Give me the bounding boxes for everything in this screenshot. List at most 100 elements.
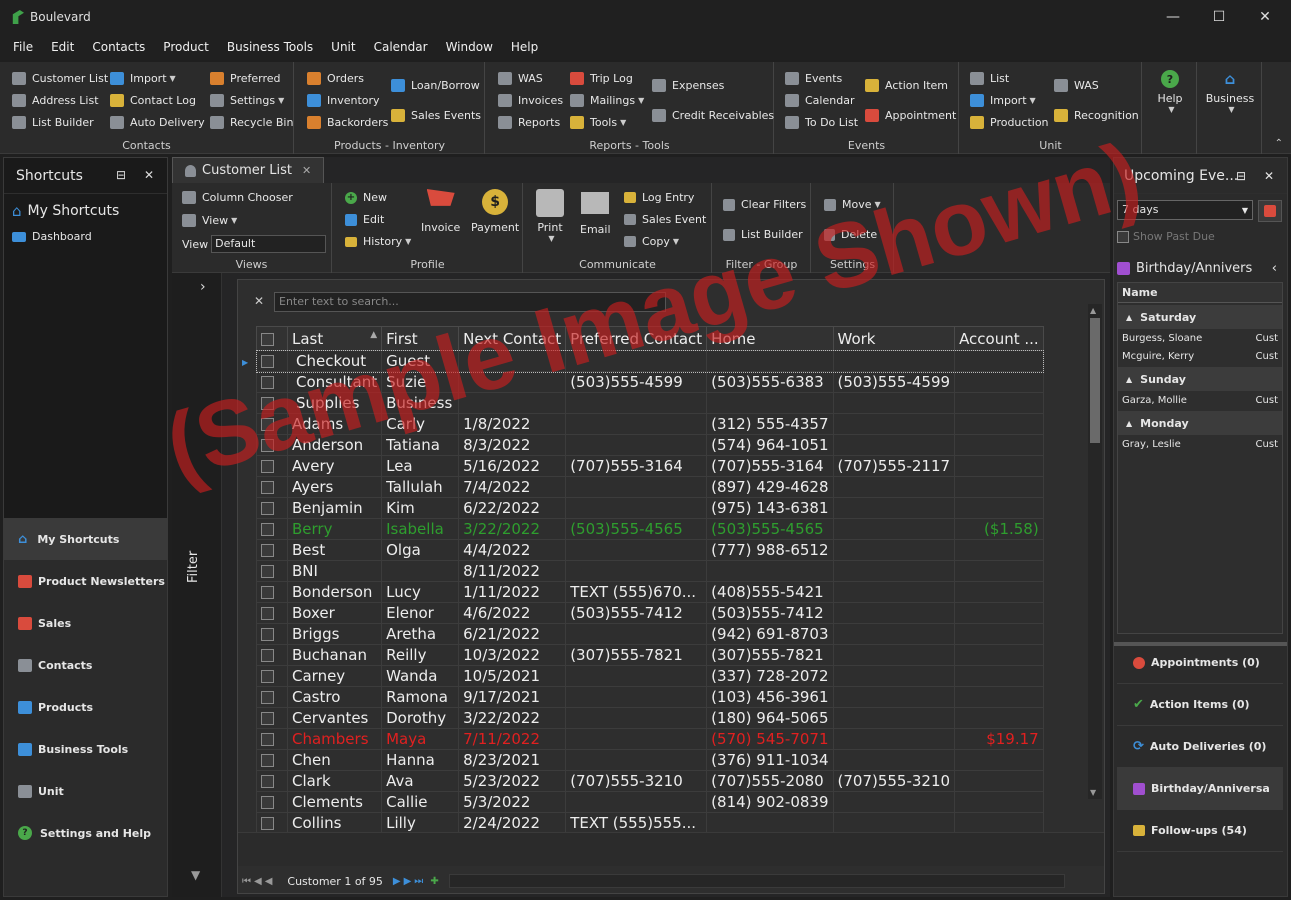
my-shortcuts-header[interactable]: ⌂ My Shortcuts (4, 194, 167, 228)
list-item[interactable]: Mcguire, Kerry Cust (1118, 347, 1282, 365)
unit-was-button[interactable]: WAS (1054, 79, 1099, 92)
col-last[interactable]: Last ▲ (286, 326, 383, 351)
close-window-button[interactable]: ✕ (1242, 0, 1288, 34)
row-checkbox[interactable] (261, 565, 274, 578)
table-row[interactable]: Anderson Tatiana 8/3/2022 (574) 964-1051 (256, 434, 1044, 456)
appointment-button[interactable]: Appointment (865, 109, 956, 122)
table-row[interactable]: Clark Ava 5/23/2022 (707)555-3210 (707)555-2… (256, 770, 1044, 792)
col-home[interactable]: Home (706, 326, 834, 351)
pin-icon[interactable]: ⊟ (116, 168, 126, 182)
unit-list-button[interactable]: List (970, 72, 1009, 85)
chevron-left-icon[interactable]: ‹ (1272, 261, 1277, 276)
row-checkbox[interactable] (261, 481, 274, 494)
table-row[interactable]: Consultant Suzie (503)555-4599 (503)555-638… (256, 371, 1044, 393)
table-row[interactable]: Best Olga 4/4/2022 (777) 988-6512 (256, 539, 1044, 561)
range-dropdown[interactable]: 7 days ▼ (1117, 200, 1253, 220)
table-row[interactable]: Bonderson Lucy 1/11/2022 TEXT (555)670... (4… (256, 581, 1044, 603)
row-checkbox-cell[interactable] (256, 392, 288, 414)
row-checkbox-cell[interactable] (256, 518, 288, 540)
pager-next-last-icon[interactable]: ▶▶⏭ (393, 876, 426, 887)
row-checkbox[interactable] (261, 817, 274, 830)
events-button[interactable]: Events (785, 72, 842, 85)
scroll-up-icon[interactable]: ▲ (1090, 306, 1096, 315)
row-checkbox[interactable] (261, 607, 274, 620)
row-checkbox-cell[interactable] (256, 812, 288, 834)
row-checkbox-cell[interactable] (256, 707, 288, 729)
row-checkbox[interactable] (261, 376, 274, 389)
row-checkbox-cell[interactable] (256, 686, 288, 708)
section-birthday-header[interactable]: Birthday/Annivers ‹ (1117, 256, 1283, 280)
table-row[interactable]: Buchanan Reilly 10/3/2022 (307)555-7821 (307… (256, 644, 1044, 666)
nav-follow-ups[interactable]: Follow-ups (54) (1117, 810, 1283, 852)
table-row[interactable]: Collins Lilly 2/24/2022 TEXT (555)555... (256, 812, 1044, 834)
row-checkbox[interactable] (261, 544, 274, 557)
print-button[interactable]: Print ▼ (536, 189, 564, 243)
menu-business-tools[interactable]: Business Tools (218, 40, 322, 54)
row-checkbox[interactable] (261, 439, 274, 452)
filter-funnel-icon[interactable]: ▼ (191, 868, 200, 882)
view-dropdown-button[interactable]: View ▼ (182, 214, 237, 227)
menu-contacts[interactable]: Contacts (83, 40, 154, 54)
nav-unit[interactable]: Unit (4, 770, 167, 812)
row-checkbox[interactable] (261, 775, 274, 788)
row-checkbox-cell[interactable] (256, 644, 288, 666)
sales-events-button[interactable]: Sales Events (391, 109, 481, 122)
nav-sales[interactable]: Sales (4, 602, 167, 644)
row-checkbox-cell[interactable] (256, 413, 288, 435)
collapse-ribbon-icon[interactable]: ⌃ (1275, 138, 1283, 149)
day-group-header[interactable]: ▲ Saturday (1118, 305, 1282, 329)
close-icon[interactable]: ✕ (144, 168, 154, 182)
list-builder-button[interactable]: List Builder (12, 116, 94, 129)
nav-products[interactable]: Products (4, 686, 167, 728)
row-checkbox-cell[interactable] (256, 602, 288, 624)
row-checkbox-cell[interactable] (256, 581, 288, 603)
nav-business-tools[interactable]: Business Tools (4, 728, 167, 770)
table-row[interactable]: Checkout Guest (255, 349, 1045, 373)
clear-filters-button[interactable]: Clear Filters (723, 198, 806, 211)
scroll-down-icon[interactable]: ▼ (1090, 788, 1096, 797)
grid-search-input[interactable]: Enter text to search... (274, 292, 666, 312)
copy-button[interactable]: Copy ▼ (624, 235, 679, 248)
contact-log-button[interactable]: Contact Log (110, 94, 196, 107)
settings-button[interactable]: Settings ▼ (210, 94, 284, 107)
preferred-button[interactable]: Preferred (210, 72, 281, 85)
import-button[interactable]: Import ▼ (110, 72, 176, 85)
row-checkbox-cell[interactable] (256, 560, 288, 582)
refresh-events-button[interactable] (1258, 200, 1282, 222)
history-button[interactable]: History ▼ (345, 235, 411, 248)
close-tab-icon[interactable]: ✕ (302, 164, 311, 177)
filter-list-builder-button[interactable]: List Builder (723, 228, 803, 241)
table-row[interactable]: Briggs Aretha 6/21/2022 (942) 691-8703 (256, 623, 1044, 645)
row-checkbox-cell[interactable] (256, 371, 288, 393)
row-checkbox-cell[interactable] (256, 476, 288, 498)
name-column-header[interactable]: Name (1118, 283, 1282, 303)
nav-appointments[interactable]: Appointments (0) (1117, 642, 1283, 684)
nav-settings-help[interactable]: ? Settings and Help (4, 812, 167, 854)
nav-auto-deliveries[interactable]: ⟳ Auto Deliveries (0) (1117, 726, 1283, 768)
table-row[interactable]: Cervantes Dorothy 3/22/2022 (180) 964-5065 (256, 707, 1044, 729)
auto-delivery-button[interactable]: Auto Delivery (110, 116, 205, 129)
table-row[interactable]: Carney Wanda 10/5/2021 (337) 728-2072 (256, 665, 1044, 687)
table-row[interactable]: Adams Carly 1/8/2022 (312) 555-4357 (256, 413, 1044, 435)
show-past-due[interactable]: Show Past Due (1117, 230, 1215, 243)
table-row[interactable]: Boxer Elenor 4/6/2022 (503)555-7412 (503)555… (256, 602, 1044, 624)
row-checkbox-cell[interactable] (256, 749, 288, 771)
expenses-button[interactable]: Expenses (652, 79, 724, 92)
pager-first-prev-icon[interactable]: ⏮◀◀ (242, 876, 275, 887)
clear-search-icon[interactable]: ✕ (254, 294, 264, 308)
view-input[interactable]: Default (211, 235, 327, 253)
row-checkbox-cell[interactable] (256, 665, 288, 687)
show-past-due-checkbox[interactable] (1117, 230, 1129, 243)
row-checkbox[interactable] (261, 754, 274, 767)
calendar-button[interactable]: Calendar (785, 94, 854, 107)
trip-log-button[interactable]: Trip Log (570, 72, 633, 85)
column-chooser-button[interactable]: Column Chooser (182, 191, 293, 204)
loan-borrow-button[interactable]: Loan/Borrow (391, 79, 480, 92)
row-checkbox[interactable] (261, 355, 274, 368)
menu-product[interactable]: Product (154, 40, 218, 54)
maximize-button[interactable]: ☐ (1196, 0, 1242, 34)
orders-button[interactable]: Orders (307, 72, 364, 85)
row-checkbox[interactable] (261, 670, 274, 683)
row-checkbox-cell[interactable] (256, 728, 288, 750)
to-do-list-button[interactable]: To Do List (785, 116, 858, 129)
